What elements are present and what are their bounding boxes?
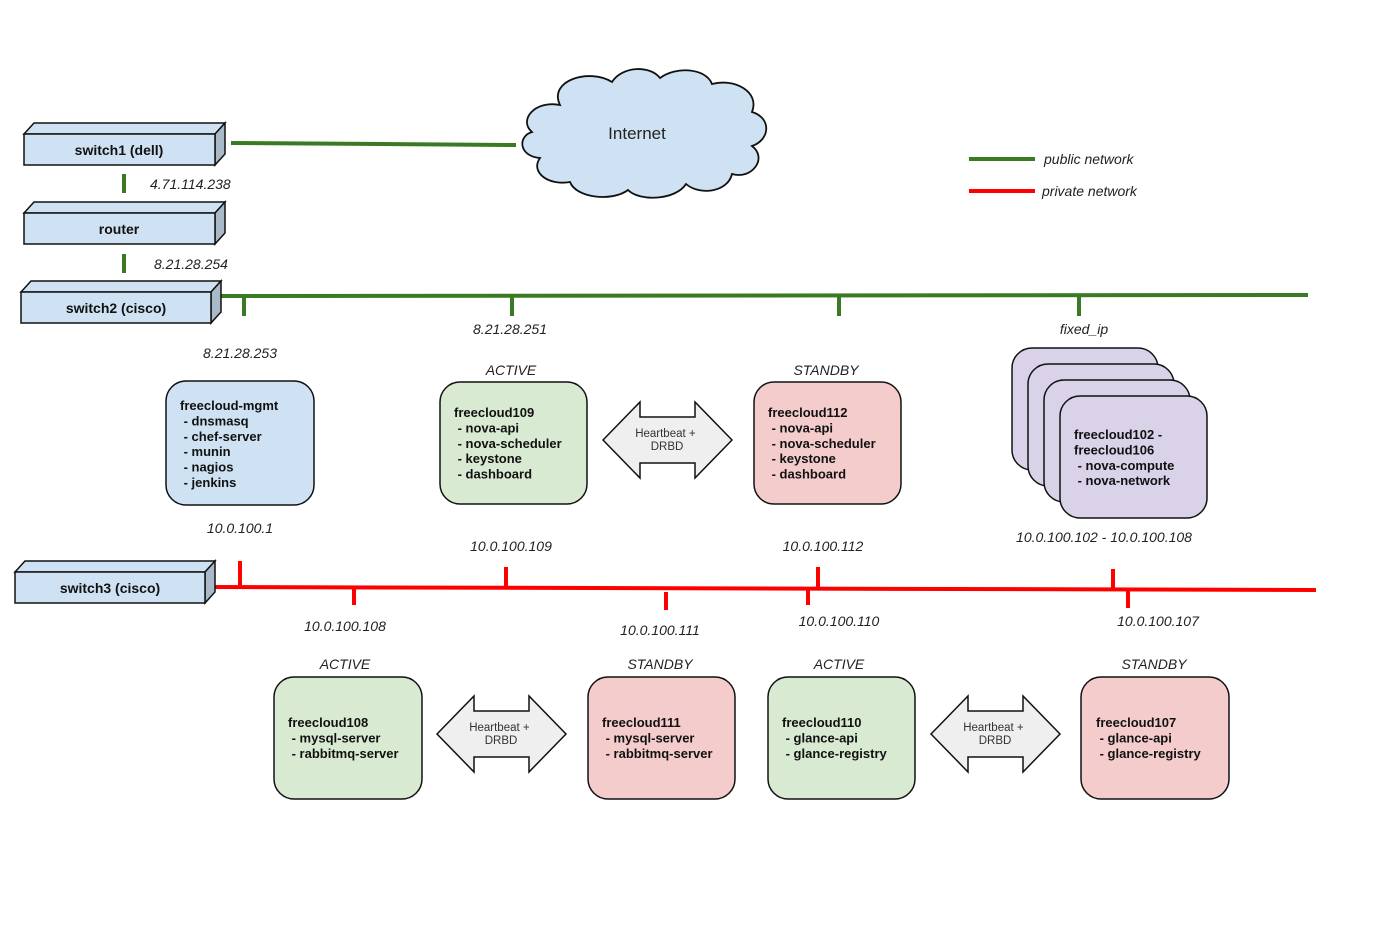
service-item: - glance-registry: [1096, 746, 1202, 761]
node-title: freecloud-mgmt: [180, 398, 279, 413]
service-item: - dashboard: [454, 467, 532, 482]
node-title: freecloud106: [1074, 442, 1154, 457]
public-backbone: [217, 293, 1309, 298]
heartbeat-arrow-glance: Heartbeat + DRBD: [929, 694, 1062, 774]
router-label: router: [99, 221, 140, 237]
fc111-state: STANDBY: [627, 656, 694, 672]
fc107-private-ip: 10.0.100.107: [1117, 613, 1200, 629]
fc110-state: ACTIVE: [813, 656, 865, 672]
switch2-label: switch2 (cisco): [66, 300, 166, 316]
fc108-private-ip: 10.0.100.108: [304, 618, 386, 634]
service-item: - glance-registry: [782, 746, 888, 761]
switch3-label: switch3 (cisco): [60, 580, 160, 596]
service-item: - mysql-server: [602, 730, 695, 745]
router-device[interactable]: router: [22, 200, 227, 246]
private-network: [213, 561, 1317, 610]
legend: public network private network: [969, 151, 1138, 199]
node-title: freecloud110: [782, 715, 862, 730]
node-title: freecloud111: [602, 715, 681, 730]
switch3-device[interactable]: switch3 (cisco): [13, 559, 217, 605]
mgmt-private-ip: 10.0.100.1: [207, 520, 273, 536]
internet-label: Internet: [608, 124, 666, 143]
node-compute-stack[interactable]: freecloud102 - freecloud106 - nova-compu…: [1011, 347, 1208, 519]
mgmt-public-ip: 8.21.28.253: [203, 345, 277, 361]
service-item: - nova-api: [454, 420, 519, 435]
heartbeat-arrow-mysql: Heartbeat + DRBD: [435, 694, 568, 774]
service-item: - keystone: [768, 451, 836, 466]
service-item: - nagios: [180, 460, 233, 475]
network-diagram: public network private network Internet: [13, 68, 1317, 800]
fc109-state: ACTIVE: [485, 362, 537, 378]
internet-link: [230, 141, 517, 147]
router-top: [22, 201, 227, 214]
fc112-state: STANDBY: [793, 362, 860, 378]
switch3-top: [13, 560, 217, 573]
node-freecloud108[interactable]: freecloud108 - mysql-server - rabbitmq-s…: [273, 676, 423, 800]
private-backbone: [213, 585, 1317, 592]
node-title: freecloud109: [454, 405, 534, 420]
service-item: - glance-api: [1096, 730, 1172, 745]
service-item: - keystone: [454, 451, 522, 466]
internet-cloud: Internet: [521, 68, 768, 199]
switch2-device[interactable]: switch2 (cisco): [19, 279, 223, 325]
node-freecloud107[interactable]: freecloud107 - glance-api - glance-regis…: [1080, 676, 1230, 800]
node-title: freecloud112: [768, 405, 848, 420]
switch1-top: [22, 122, 227, 135]
service-item: - chef-server: [180, 429, 262, 444]
service-item: - rabbitmq-server: [288, 746, 399, 761]
service-item: - nova-compute: [1074, 458, 1174, 473]
switch1-router-ip: 4.71.114.238: [150, 176, 231, 192]
fc110-private-ip: 10.0.100.110: [799, 613, 880, 629]
double-arrow-icon: [435, 694, 568, 774]
fc109-private-ip: 10.0.100.109: [470, 538, 552, 554]
service-item: - nova-scheduler: [454, 436, 562, 451]
fc112-private-ip: 10.0.100.112: [783, 538, 864, 554]
fc108-state: ACTIVE: [319, 656, 371, 672]
legend-public-label: public network: [1043, 151, 1134, 167]
service-item: - dnsmasq: [180, 413, 249, 428]
node-freecloud112[interactable]: freecloud112 - nova-api - nova-scheduler…: [753, 381, 902, 505]
fc111-private-ip: 10.0.100.111: [620, 622, 700, 638]
node-lines: freecloud102 - freecloud106 - nova-compu…: [1074, 427, 1178, 488]
fc107-state: STANDBY: [1121, 656, 1188, 672]
switch1-label: switch1 (dell): [75, 142, 164, 158]
compute-private-ip: 10.0.100.102 - 10.0.100.108: [1016, 529, 1192, 545]
node-freecloud111[interactable]: freecloud111 - mysql-server - rabbitmq-s…: [587, 676, 736, 800]
compute-public-ip: fixed_ip: [1060, 321, 1108, 337]
node-freecloud-mgmt[interactable]: freecloud-mgmt - dnsmasq - chef-server -…: [165, 380, 315, 506]
service-item: - munin: [180, 444, 231, 459]
service-item: - dashboard: [768, 467, 846, 482]
node-freecloud109[interactable]: freecloud109 - nova-api - nova-scheduler…: [439, 381, 588, 505]
legend-private-label: private network: [1041, 183, 1138, 199]
heartbeat-arrow-nova: Heartbeat + DRBD: [601, 400, 734, 480]
nova-public-ip: 8.21.28.251: [473, 321, 547, 337]
switch1-device[interactable]: switch1 (dell): [22, 121, 227, 167]
node-title: freecloud102 -: [1074, 427, 1162, 442]
node-title: freecloud107: [1096, 715, 1176, 730]
service-item: - nova-scheduler: [768, 436, 876, 451]
service-item: - mysql-server: [288, 730, 381, 745]
service-item: - nova-api: [768, 420, 833, 435]
router-switch2-ip: 8.21.28.254: [154, 256, 228, 272]
service-item: - glance-api: [782, 730, 858, 745]
service-item: - jenkins: [180, 475, 236, 490]
switch2-top: [19, 280, 223, 293]
node-freecloud110[interactable]: freecloud110 - glance-api - glance-regis…: [767, 676, 916, 800]
service-item: - rabbitmq-server: [602, 746, 713, 761]
double-arrow-icon: [929, 694, 1062, 774]
service-item: - nova-network: [1074, 473, 1171, 488]
node-title: freecloud108: [288, 715, 368, 730]
double-arrow-icon: [601, 400, 734, 480]
